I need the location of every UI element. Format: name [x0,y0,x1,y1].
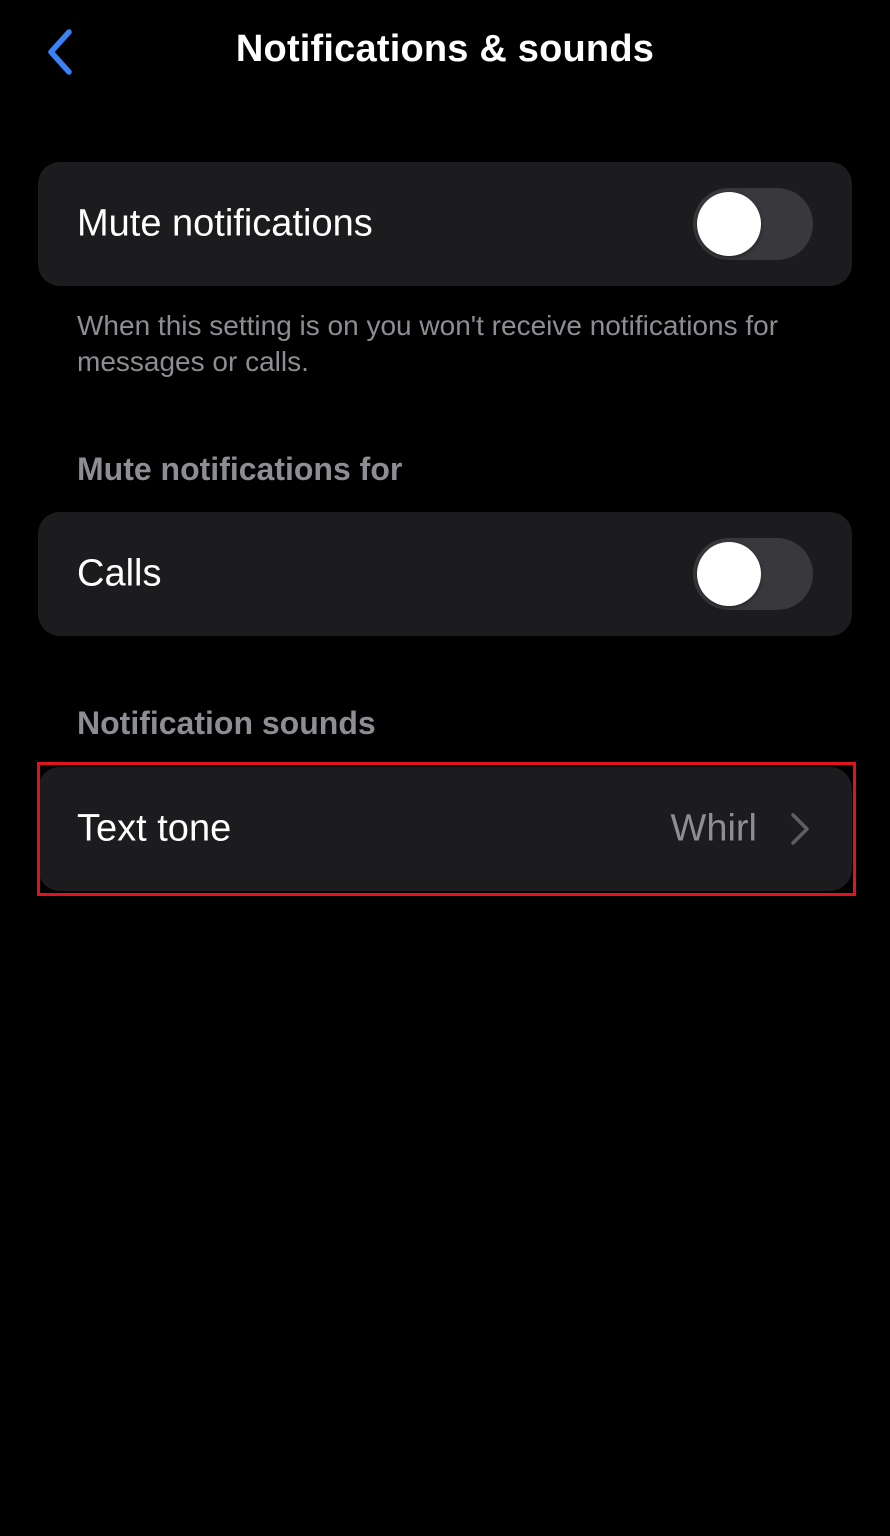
toggle-knob [697,192,761,256]
mute-notifications-row: Mute notifications [38,162,852,286]
page-title: Notifications & sounds [235,28,655,70]
chevron-right-icon [791,813,809,845]
text-tone-label: Text tone [77,807,232,850]
calls-toggle[interactable] [693,538,813,610]
section-header-notification-sounds: Notification sounds [77,705,376,741]
calls-row: Calls [38,512,852,636]
navigation-bar: Notifications & sounds [0,0,890,104]
text-tone-value: Whirl [670,807,757,850]
section-header-mute-notifications-for: Mute notifications for [77,451,403,487]
text-tone-row[interactable]: Text tone Whirl [38,767,852,891]
toggle-knob [697,542,761,606]
mute-notifications-label: Mute notifications [77,202,373,245]
mute-notifications-toggle[interactable] [693,188,813,260]
calls-label: Calls [77,552,162,595]
mute-notifications-footnote: When this setting is on you won't receiv… [77,310,779,377]
